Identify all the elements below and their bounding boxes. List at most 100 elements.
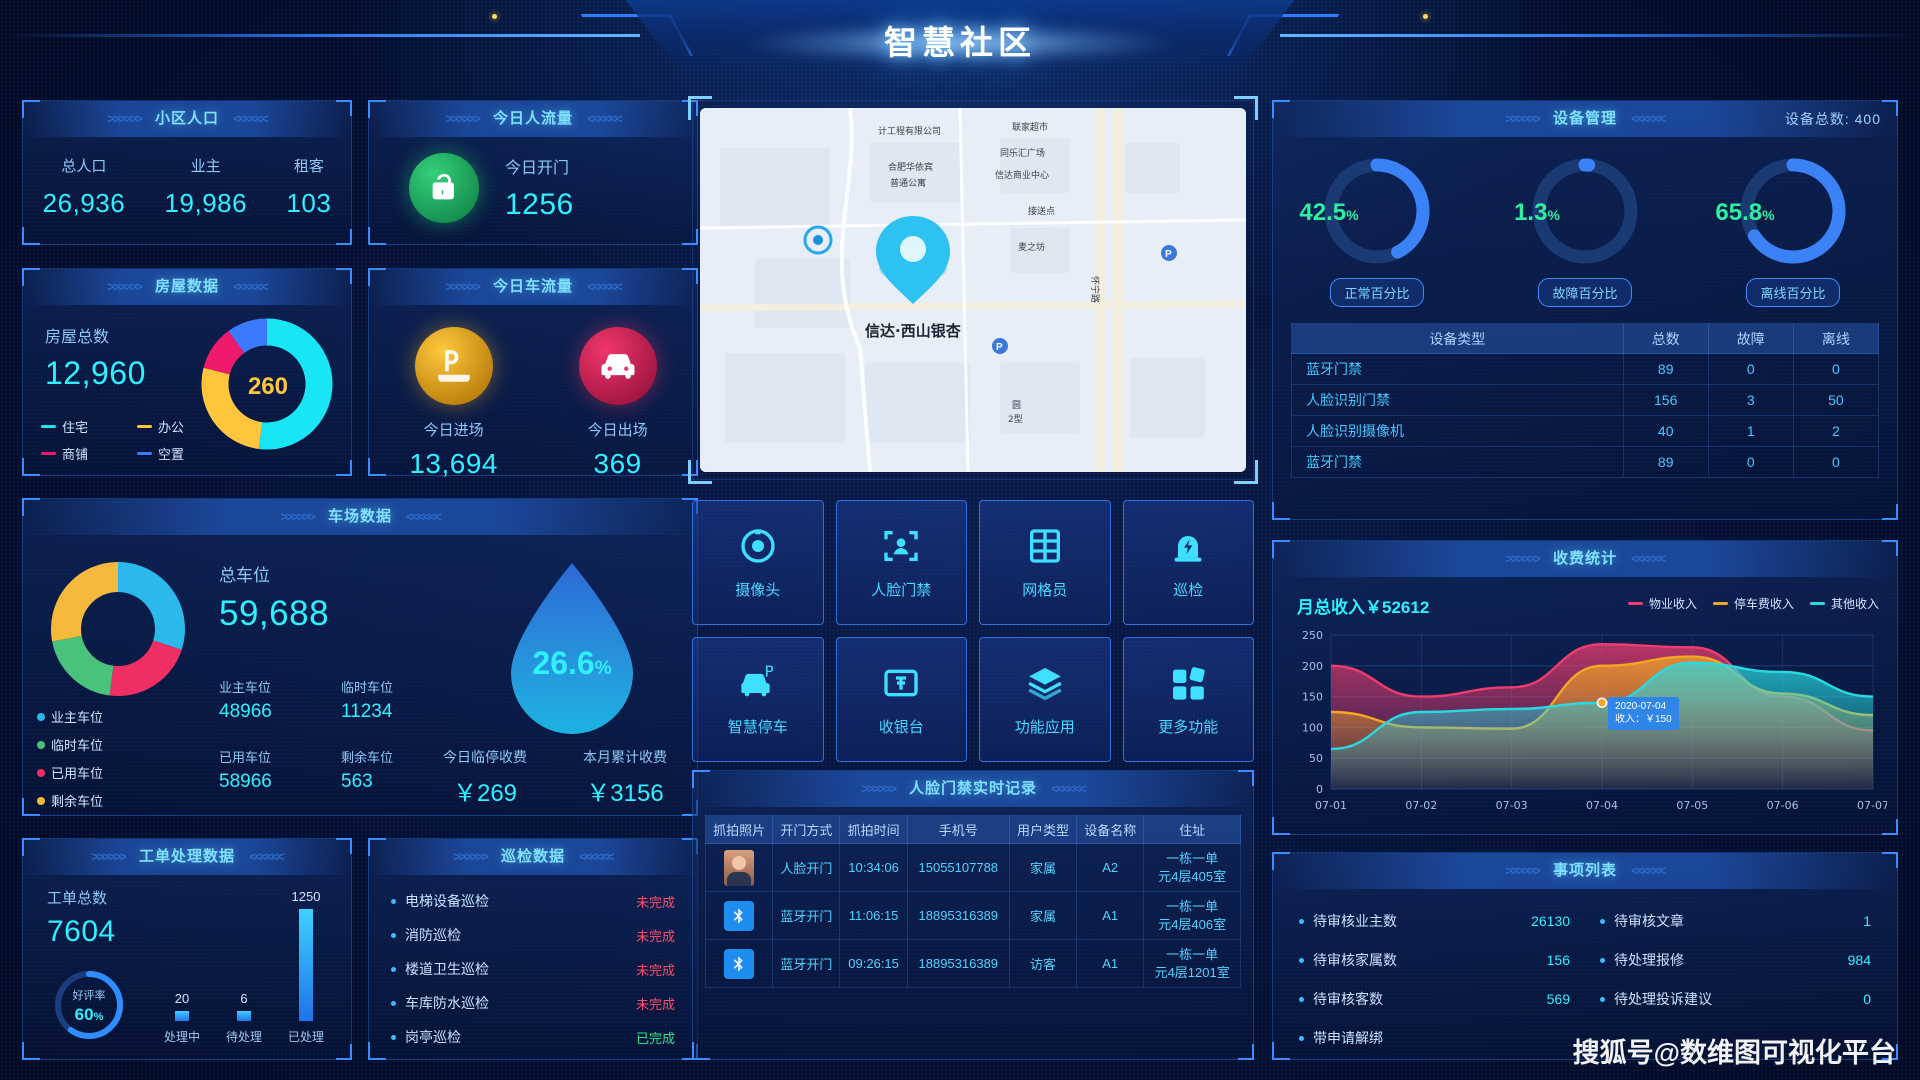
face-record-row[interactable]: 人脸开门 10:34:06 15055107788 家属 A2 一栋一单 元4层4… — [704, 843, 1241, 892]
panel-title-matters-list: >>>>>> 事项列表 <<<<<< — [1273, 853, 1897, 889]
map-canvas[interactable]: 计工程有限公司 联家超市 同乐汇广场 信达商业中心 合肥华依宾 普通公寓 接送点… — [700, 108, 1246, 472]
function-tile-label: 摄像头 — [735, 581, 781, 599]
record-phone: 18895316389 — [906, 939, 1010, 988]
svg-text:100: 100 — [1302, 721, 1323, 734]
car-out-label: 今日出场 — [587, 422, 648, 439]
matter-row-0: 待审核业主数 26130 — [1299, 911, 1570, 931]
work-order-total-label: 工单总数 — [47, 890, 108, 907]
panel-title-house-data: >>>>>> 房屋数据 <<<<<< — [23, 269, 351, 305]
work-order-bar-1: 6 待处理 — [225, 991, 262, 1044]
panel-patrol-data: >>>>>> 巡检数据 <<<<<< 电梯设备巡检 未完成 消防巡检 未完成 楼… — [368, 838, 698, 1060]
population-item-value: 19,986 — [164, 188, 248, 218]
function-tile-label: 功能应用 — [1014, 718, 1075, 736]
map-corner-tl — [688, 96, 712, 120]
patrol-row-0: 电梯设备巡检 未完成 — [391, 891, 675, 911]
device-gauge-label: 离线百分比 — [1746, 278, 1840, 307]
grid-person-icon — [1025, 526, 1065, 570]
header-line-right — [1280, 34, 1920, 37]
svg-text:麦之坊: 麦之坊 — [1018, 241, 1045, 253]
panel-people-flow: >>>>>> 今日人流量 <<<<<< 今日开门 1256 — [368, 100, 698, 245]
revenue-tooltip: 2020-07-04 收入：￥150 — [1608, 696, 1679, 730]
arrows-right-icon: >>>>>> — [445, 111, 481, 126]
function-tile-patrol-bell[interactable]: 巡检 — [1122, 500, 1254, 625]
record-phone: 15055107788 — [906, 843, 1010, 892]
function-tile-layers[interactable]: 功能应用 — [979, 637, 1111, 762]
function-tile-more-squares[interactable]: 更多功能 — [1122, 637, 1254, 762]
arrows-right-icon: >>>>>> — [107, 279, 143, 294]
revenue-annotation-point — [1596, 697, 1608, 709]
watermark: 搜狐号@数维图可视化平台 — [1572, 1038, 1896, 1068]
svg-text:圆: 圆 — [1012, 400, 1021, 411]
device-row: 蓝牙门禁 89 0 0 — [1291, 446, 1880, 478]
function-tile-face-scan[interactable]: 人脸门禁 — [835, 500, 967, 625]
record-time: 11:06:15 — [839, 891, 908, 940]
parking-legend-item-2: 已用车位 — [37, 763, 103, 782]
work-order-bar-chart: 20 处理中 6 待处理 1250 已处理 — [151, 889, 337, 1055]
device-total: 156 — [1622, 384, 1709, 416]
face-scan-icon — [881, 526, 921, 570]
panel-house-data: >>>>>> 房屋数据 <<<<<< 房屋总数 12,960 住宅 办公 商铺 … — [22, 268, 352, 476]
parking-fee-0: 今日临停收费 ￥269 — [443, 749, 527, 807]
arrows-left-icon: <<<<<< — [1631, 863, 1667, 878]
panel-title-device-management: >>>>>> 设备管理 <<<<<< 设备总数: 400 — [1273, 101, 1897, 137]
function-tile-smart-parking[interactable]: P 智慧停车 — [692, 637, 824, 762]
device-gauge-label: 故障百分比 — [1538, 278, 1632, 307]
device-column: 总数 — [1622, 323, 1709, 354]
svg-text:怀宁路: 怀宁路 — [1089, 276, 1101, 303]
layers-icon — [1025, 663, 1065, 707]
arrows-left-icon: <<<<<< — [233, 279, 269, 294]
car-out-value: 369 — [593, 448, 642, 479]
population-item-value: 103 — [286, 188, 332, 218]
open-door-label: 今日开门 — [505, 160, 570, 177]
population-item-1: 业主 19,986 — [165, 155, 248, 219]
revenue-legend-item-0: 物业收入 — [1627, 595, 1697, 612]
arrows-right-icon: >>>>>> — [861, 781, 897, 796]
matter-row-2: 待处理投诉建议 0 — [1600, 989, 1871, 1009]
face-record-row[interactable]: 蓝牙开门 11:06:15 18895316389 家属 A1 一栋一单 元4层4… — [704, 891, 1241, 940]
panel-title-people-flow: >>>>>> 今日人流量 <<<<<< — [369, 101, 697, 137]
function-tile-cashier[interactable]: 收银台 — [835, 637, 967, 762]
device-fault: 0 — [1707, 446, 1794, 478]
arrows-right-icon: >>>>>> — [280, 509, 316, 524]
function-tile-camera[interactable]: 摄像头 — [692, 500, 824, 625]
device-gauges: 42.5% 正常百分比 1.3% 故障百分比 65.8% 离线百分比 — [1273, 137, 1897, 307]
face-records-column: 设备名称 — [1076, 815, 1145, 844]
function-tile-label: 网格员 — [1022, 581, 1068, 599]
svg-text:信达商业中心: 信达商业中心 — [995, 169, 1049, 181]
svg-text:07-05: 07-05 — [1676, 799, 1708, 812]
panel-title-population: >>>>>> 小区人口 <<<<<< — [23, 101, 351, 137]
record-time: 10:34:06 — [839, 843, 908, 892]
record-photo-avatar[interactable] — [724, 849, 755, 886]
record-method: 蓝牙开门 — [772, 891, 841, 940]
face-record-row[interactable]: 蓝牙开门 09:26:15 18895316389 访客 A1 一栋一单 元4层1… — [704, 939, 1241, 988]
record-photo-bluetooth-icon[interactable] — [724, 900, 755, 931]
panel-title-parking-data: >>>>>> 车场数据 <<<<<< — [23, 499, 697, 535]
face-records-header-row: 抓拍照片 开门方式 抓拍时间 手机号 用户类型 设备名称 住址 — [704, 815, 1241, 844]
patrol-row-1: 消防巡检 未完成 — [391, 925, 675, 945]
face-records-table: 抓拍照片 开门方式 抓拍时间 手机号 用户类型 设备名称 住址 人脸开门 10:34:06 … — [704, 815, 1241, 988]
panel-revenue-stats: >>>>>> 收费统计 <<<<<< 月总收入￥52612 物业收入 停车费收入… — [1272, 540, 1898, 835]
device-fault: 0 — [1707, 353, 1794, 385]
parking-usage-value: 26.6 — [532, 645, 595, 681]
parking-fee-1: 本月累计收费 ￥3156 — [583, 749, 667, 807]
donut-slice-2 — [203, 331, 245, 376]
svg-text:07-04: 07-04 — [1586, 799, 1618, 812]
function-tile-label: 智慧停车 — [727, 718, 788, 736]
record-user-type: 家属 — [1008, 843, 1078, 892]
function-tile-grid-person[interactable]: 网格员 — [979, 500, 1111, 625]
camera-icon — [738, 526, 778, 570]
map-container[interactable]: 计工程有限公司 联家超市 同乐汇广场 信达商业中心 合肥华依宾 普通公寓 接送点… — [688, 96, 1258, 484]
record-address: 一栋一单 元4层405室 — [1143, 843, 1241, 892]
map-corner-br — [1234, 460, 1258, 484]
device-type: 人脸识别摄像机 — [1291, 415, 1624, 447]
car-in-value: 13,694 — [409, 448, 498, 479]
parking-stats: 业主车位 48966 临时车位 11234 已用车位 58966 剩余车位 56… — [219, 677, 463, 793]
panel-work-order: >>>>>> 工单处理数据 <<<<<< 工单总数 7604 好评率 60% 2… — [22, 838, 352, 1060]
population-item-2: 租客 103 — [286, 155, 331, 219]
house-legend-item-2: 商铺 — [41, 444, 131, 463]
record-photo-bluetooth-icon[interactable] — [724, 948, 755, 979]
device-gauge-1: 1.3% 故障百分比 — [1481, 155, 1689, 307]
car-exit-icon — [578, 327, 657, 405]
svg-text:250: 250 — [1302, 629, 1323, 642]
patrol-row-2: 楼道卫生巡检 未完成 — [391, 959, 675, 979]
